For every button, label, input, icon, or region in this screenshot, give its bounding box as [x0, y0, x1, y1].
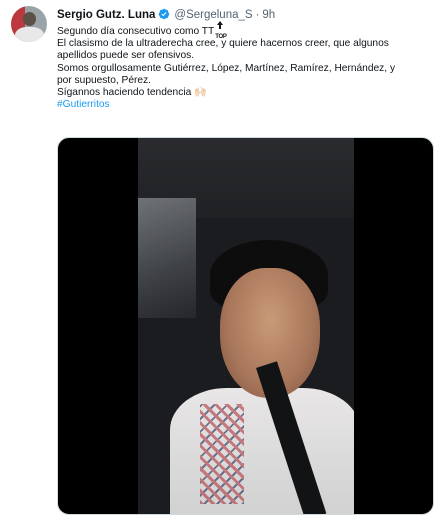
author-handle[interactable]: @Sergeluna_S	[174, 9, 252, 21]
text-line-4: Somos orgullosamente Gutiérrez, López, M…	[57, 62, 396, 74]
top-badge-icon: TOP	[214, 21, 228, 40]
shirt	[170, 388, 354, 514]
text-line-5: por supuesto, Pérez.	[57, 74, 152, 86]
shirt-embroidery	[200, 404, 244, 504]
text-line-3: apellidos puede ser ofensivos.	[57, 50, 195, 62]
text-line-1: Segundo día consecutivo como TT	[57, 26, 215, 37]
video-player[interactable]	[57, 137, 434, 515]
hashtag-link[interactable]: #Gutierritos	[57, 99, 435, 111]
text-line-6-text: Sígannos haciendo tendencia	[57, 87, 192, 99]
raising-hands-icon: 🙌🏻	[194, 87, 207, 99]
tweet-header: Sergio Gutz. Luna @Sergeluna_S · 9h	[57, 7, 275, 23]
tweet-time[interactable]: 9h	[262, 9, 275, 21]
avatar-head	[23, 12, 36, 26]
car-window	[138, 198, 196, 318]
text-line-6: Sígannos haciendo tendencia 🙌🏻	[57, 87, 435, 99]
verified-badge-icon	[158, 8, 170, 23]
separator-dot: ·	[255, 9, 260, 21]
text-line: Segundo día consecutivo como TT TOP	[57, 21, 435, 40]
avatar-body	[15, 27, 44, 42]
avatar[interactable]	[11, 6, 47, 42]
top-badge-text: TOP	[215, 34, 227, 40]
tweet-text: Segundo día consecutivo como TT TOP El cl…	[57, 21, 435, 111]
video-frame	[138, 138, 354, 514]
author-name[interactable]: Sergio Gutz. Luna	[57, 9, 155, 21]
text-line-2: El clasismo de la ultraderecha cree, y q…	[57, 38, 389, 50]
tweet[interactable]: Sergio Gutz. Luna @Sergeluna_S · 9h Segu…	[0, 0, 443, 521]
